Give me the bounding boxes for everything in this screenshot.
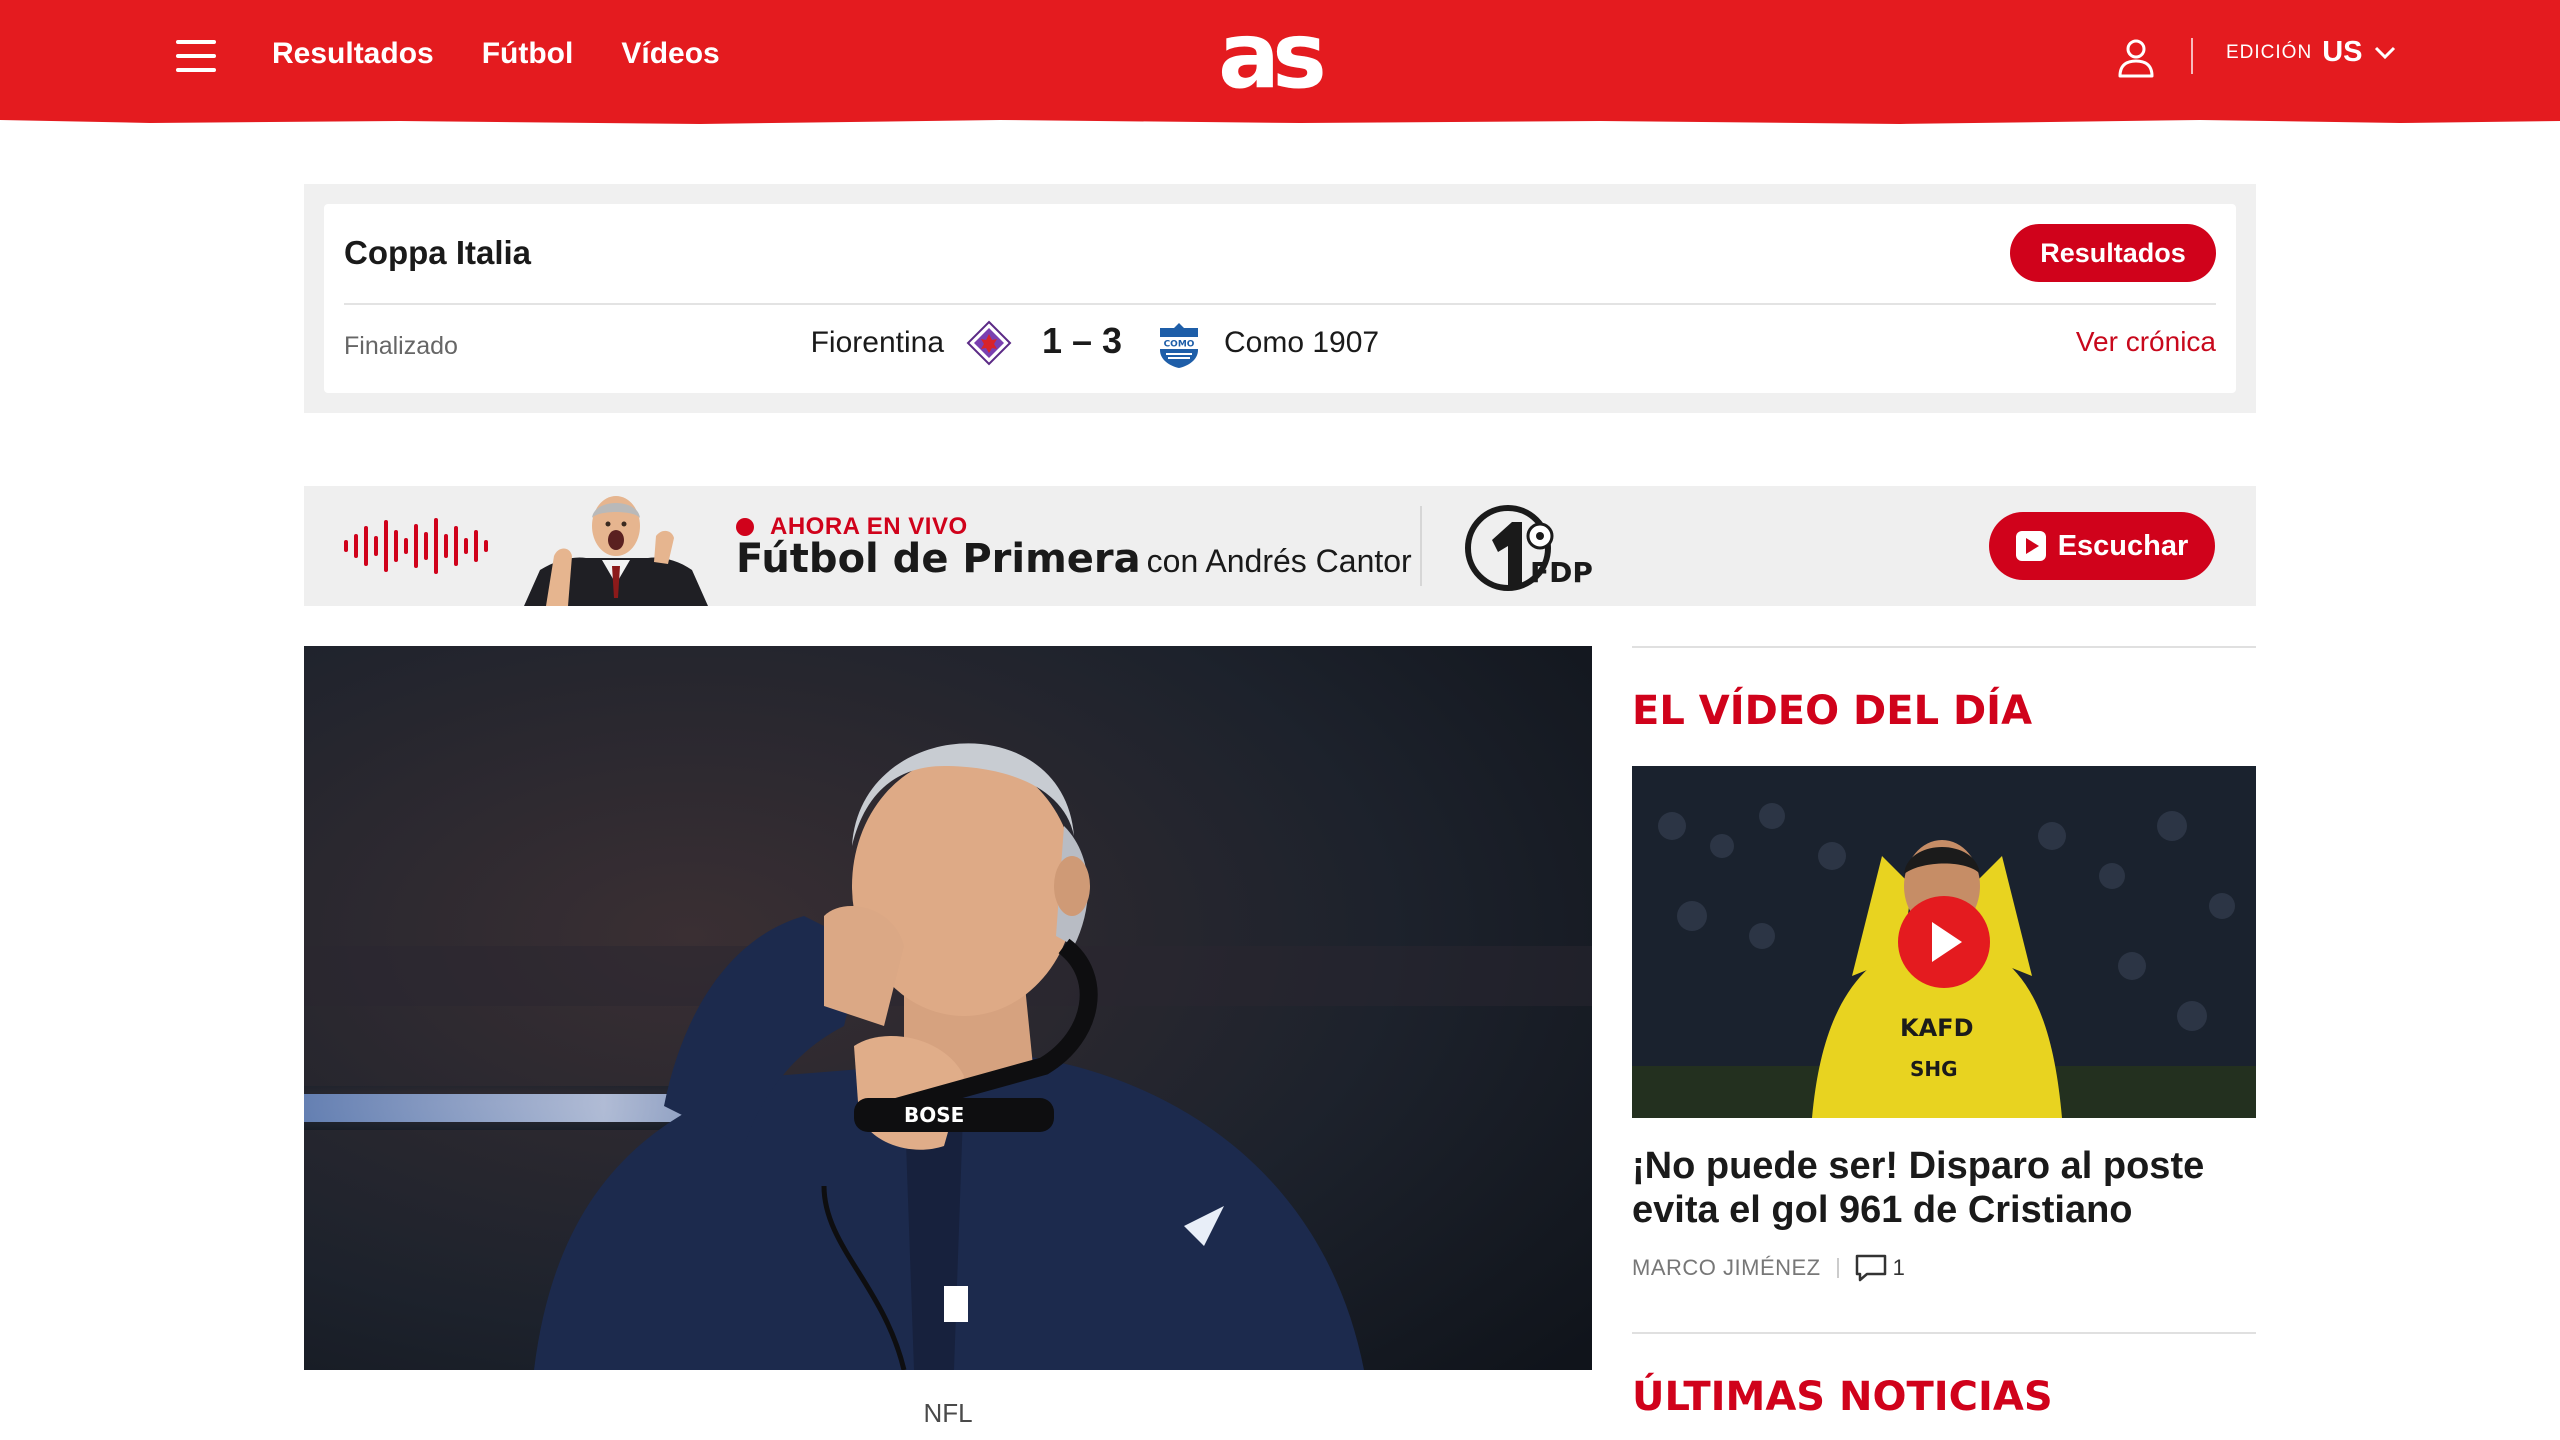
match-card: Coppa Italia Resultados Finalizado Fiore… [324, 204, 2236, 393]
user-icon[interactable] [2112, 34, 2160, 82]
comment-icon [1855, 1254, 1886, 1282]
show-title-line: Fútbol de Primera con Andrés Cantor [736, 536, 1412, 582]
header-divider [2191, 38, 2193, 74]
competition-title: Coppa Italia [344, 234, 532, 271]
video-thumbnail[interactable]: KAFD SHG [1632, 766, 2256, 1118]
match-status: Finalizado [344, 332, 458, 360]
svg-text:BOSE: BOSE [904, 1103, 964, 1127]
nav-link-futbol[interactable]: Fútbol [482, 32, 574, 76]
nav-link-videos[interactable]: Vídeos [621, 32, 719, 76]
comments-link[interactable]: 1 [1855, 1254, 1905, 1282]
svg-text:SHG: SHG [1910, 1057, 1958, 1081]
chevron-down-icon [2375, 46, 2396, 59]
svg-text:KAFD: KAFD [1900, 1014, 1974, 1042]
play-icon [2015, 531, 2046, 561]
menu-icon[interactable] [176, 40, 216, 72]
audio-wave-icon [344, 518, 488, 574]
top-header: Resultados Fútbol Vídeos as EDICIÓN US [0, 0, 2560, 120]
video-headline[interactable]: ¡No puede ser! Disparo al poste evita el… [1632, 1144, 2256, 1232]
presenter-photo [524, 496, 708, 606]
fdp-logo: FDP [1465, 505, 1593, 591]
edition-selector[interactable]: EDICIÓN US [2226, 36, 2396, 69]
listen-button[interactable]: Escuchar [1989, 512, 2215, 580]
hero-image[interactable]: BOSE [304, 646, 1592, 1370]
sidebar-top-rule [1632, 646, 2256, 648]
video-play-icon[interactable] [1898, 896, 1990, 988]
author-name[interactable]: MARCO JIMÉNEZ [1632, 1255, 1821, 1281]
nav-link-resultados[interactable]: Resultados [272, 32, 434, 76]
svg-text:COMO: COMO [1164, 340, 1195, 350]
results-button[interactable]: Resultados [2010, 224, 2216, 282]
fiorentina-crest-icon [966, 320, 1012, 366]
away-team-name[interactable]: Como 1907 [1224, 326, 1379, 360]
match-score: 1 – 3 [1042, 320, 1123, 361]
show-title: Fútbol de Primera [736, 536, 1141, 582]
edition-value: US [2322, 36, 2363, 68]
video-meta: MARCO JIMÉNEZ 1 [1632, 1254, 1905, 1282]
hero-photo: BOSE [304, 646, 1592, 1370]
latest-news-title[interactable]: ÚLTIMAS NOTICIAS [1632, 1374, 2053, 1420]
hero-caption[interactable]: NFL [304, 1398, 1592, 1429]
como-crest-icon: COMO [1158, 323, 1200, 368]
divider [344, 303, 2216, 305]
show-host: con Andrés Cantor [1146, 543, 1412, 579]
home-team-name[interactable]: Fiorentina [764, 326, 944, 360]
fdp-logo-text: FDP [1530, 556, 1593, 589]
match-scoreboard: Coppa Italia Resultados Finalizado Fiore… [304, 184, 2256, 413]
live-indicator-dot [736, 518, 754, 536]
header-torn-edge [0, 118, 2560, 124]
live-radio-banner[interactable]: AHORA EN VIVO Fútbol de Primera con André… [304, 486, 2256, 606]
match-report-link[interactable]: Ver crónica [2076, 326, 2216, 358]
sidebar-divider [1632, 1332, 2256, 1334]
banner-divider [1420, 506, 1422, 586]
listen-button-label: Escuchar [2057, 529, 2189, 562]
video-of-the-day-title[interactable]: EL VÍDEO DEL DÍA [1632, 688, 2032, 734]
as-logo[interactable]: as [1218, 8, 1327, 104]
edition-label: EDICIÓN [2226, 41, 2313, 63]
main-nav: Resultados Fútbol Vídeos [272, 32, 720, 76]
meta-separator [1836, 1258, 1839, 1278]
comments-count: 1 [1892, 1255, 1905, 1280]
